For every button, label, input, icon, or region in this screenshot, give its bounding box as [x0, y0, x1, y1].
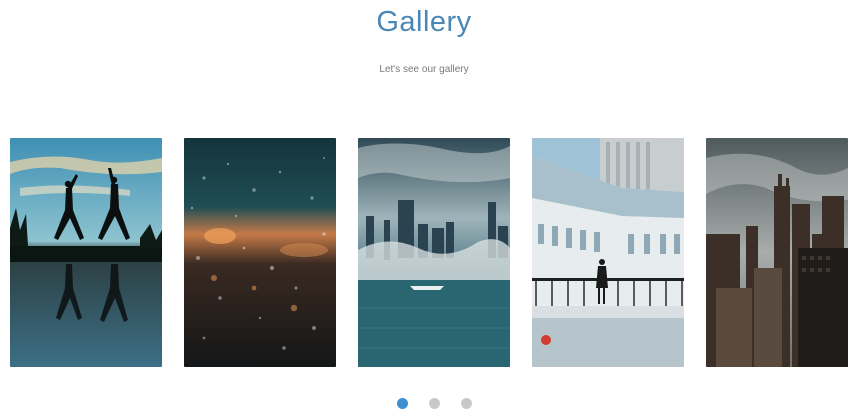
carousel-pagination [0, 398, 848, 410]
gallery-image-foggy-skyline[interactable] [358, 138, 510, 367]
pagination-dot-3[interactable] [461, 398, 472, 409]
bridge-building-photo [532, 138, 684, 367]
silhouette-photo [10, 138, 162, 367]
gallery-image-rain-window[interactable] [184, 138, 336, 367]
gallery-carousel [10, 138, 848, 368]
gallery-image-skyscrapers[interactable] [706, 138, 848, 367]
pagination-dot-2[interactable] [429, 398, 440, 409]
gallery-subtitle: Let's see our gallery [379, 64, 469, 75]
gallery-title: Gallery [376, 6, 472, 38]
foggy-skyline-photo [358, 138, 510, 367]
pagination-dot-1[interactable] [397, 398, 408, 409]
rain-window-photo [184, 138, 336, 367]
gallery-image-bridge-building[interactable] [532, 138, 684, 367]
gallery-image-silhouettes[interactable] [10, 138, 162, 367]
skyscrapers-photo [706, 138, 848, 367]
